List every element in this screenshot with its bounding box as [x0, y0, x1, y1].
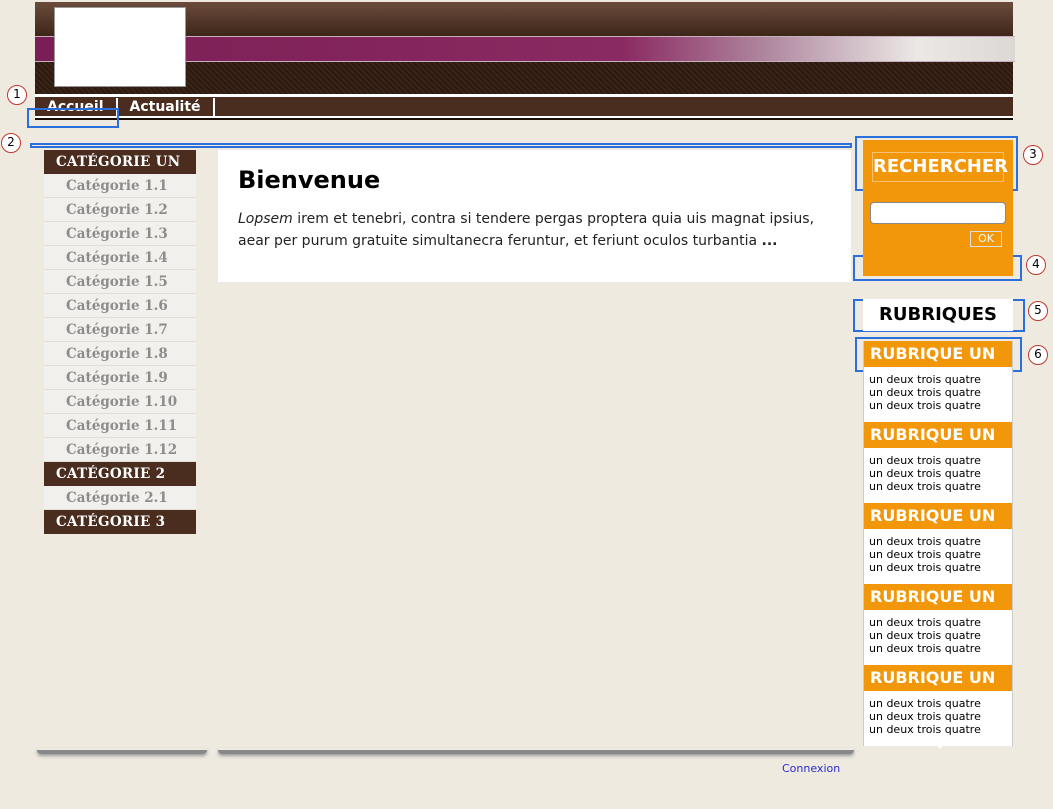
category-heading[interactable]: CATÉGORIE 3: [44, 510, 196, 534]
page-title: Bienvenue: [238, 166, 381, 194]
left-sidebar: CATÉGORIE UN Catégorie 1.1 Catégorie 1.2…: [44, 150, 196, 534]
rubrique-body: un deux trois quatre un deux trois quatr…: [864, 367, 1012, 422]
category-heading[interactable]: CATÉGORIE 2: [44, 462, 196, 486]
nav-item-actualite[interactable]: Actualité: [118, 97, 215, 116]
rubrique-line: un deux trois quatre: [869, 467, 981, 480]
category-item[interactable]: Catégorie 1.1: [44, 174, 196, 198]
rubrique-body: un deux trois quatre un deux trois quatr…: [864, 691, 1012, 746]
rubrique-heading[interactable]: RUBRIQUE UN: [864, 341, 1012, 367]
rubrique-heading[interactable]: RUBRIQUE UN: [864, 503, 1012, 529]
rubrique-line: un deux trois quatre: [869, 561, 981, 574]
category-item[interactable]: Catégorie 1.12: [44, 438, 196, 462]
rubrique-line: un deux trois quatre: [869, 386, 981, 399]
annotation-marker-6: 6: [1028, 345, 1048, 365]
read-more-link[interactable]: ...: [762, 233, 778, 249]
category-item[interactable]: Catégorie 1.11: [44, 414, 196, 438]
category-item[interactable]: Catégorie 2.1: [44, 486, 196, 510]
rubrique-line: un deux trois quatre: [869, 480, 981, 493]
rubriques-list: RUBRIQUE UN un deux trois quatre un deux…: [863, 341, 1013, 746]
search-title: RECHERCHER: [872, 152, 1008, 182]
rubrique-block: RUBRIQUE UN un deux trois quatre un deux…: [864, 584, 1012, 665]
category-item[interactable]: Catégorie 1.5: [44, 270, 196, 294]
intro-paragraph: Lopsem irem et tenebri, contra si tender…: [238, 208, 831, 252]
category-item[interactable]: Catégorie 1.8: [44, 342, 196, 366]
rubriques-arrow-icon: [931, 739, 949, 749]
rubriques-title: RUBRIQUES: [863, 299, 1013, 331]
main-nav: Accueil Actualité: [35, 94, 1013, 118]
rubrique-line: un deux trois quatre: [869, 399, 981, 412]
rubrique-block: RUBRIQUE UN un deux trois quatre un deux…: [864, 503, 1012, 584]
rubrique-block: RUBRIQUE UN un deux trois quatre un deux…: [864, 422, 1012, 503]
site-header: Accueil Actualité: [35, 2, 1015, 120]
rubrique-line: un deux trois quatre: [869, 710, 981, 723]
rubrique-line: un deux trois quatre: [869, 454, 981, 467]
rubrique-line: un deux trois quatre: [869, 616, 981, 629]
category-heading[interactable]: CATÉGORIE UN: [44, 150, 196, 174]
rubrique-line: un deux trois quatre: [869, 723, 981, 736]
category-item[interactable]: Catégorie 1.7: [44, 318, 196, 342]
annotation-marker-5: 5: [1028, 301, 1048, 321]
rubrique-body: un deux trois quatre un deux trois quatr…: [864, 529, 1012, 584]
annotation-marker-1: 1: [7, 85, 27, 105]
rubrique-heading[interactable]: RUBRIQUE UN: [864, 422, 1012, 448]
rubrique-body: un deux trois quatre un deux trois quatr…: [864, 610, 1012, 665]
category-item[interactable]: Catégorie 1.10: [44, 390, 196, 414]
category-item[interactable]: Catégorie 1.2: [44, 198, 196, 222]
category-item[interactable]: Catégorie 1.9: [44, 366, 196, 390]
search-ok-button[interactable]: OK: [970, 231, 1002, 247]
annotation-marker-3: 3: [1023, 145, 1043, 165]
rubrique-line: un deux trois quatre: [869, 548, 981, 561]
rubrique-line: un deux trois quatre: [869, 697, 981, 710]
annotation-marker-4: 4: [1026, 255, 1046, 275]
search-input[interactable]: [870, 202, 1006, 224]
login-link[interactable]: Connexion: [782, 762, 840, 775]
rubrique-line: un deux trois quatre: [869, 373, 981, 386]
main-footer-shadow: [218, 748, 854, 754]
rubrique-heading[interactable]: RUBRIQUE UN: [864, 584, 1012, 610]
annotation-marker-2: 2: [1, 133, 21, 153]
rubrique-block: RUBRIQUE UN un deux trois quatre un deux…: [864, 665, 1012, 746]
annotation-box-1: [27, 108, 119, 128]
intro-text: irem et tenebri, contra si tendere perga…: [238, 211, 815, 249]
rubrique-line: un deux trois quatre: [869, 642, 981, 655]
main-content: Bienvenue Lopsem irem et tenebri, contra…: [218, 150, 851, 282]
rubrique-line: un deux trois quatre: [869, 629, 981, 642]
category-item[interactable]: Catégorie 1.4: [44, 246, 196, 270]
site-logo[interactable]: [54, 7, 186, 87]
category-item[interactable]: Catégorie 1.3: [44, 222, 196, 246]
rubrique-block: RUBRIQUE UN un deux trois quatre un deux…: [864, 341, 1012, 422]
rubrique-heading[interactable]: RUBRIQUE UN: [864, 665, 1012, 691]
search-panel: RECHERCHER OK: [863, 140, 1013, 276]
rubrique-body: un deux trois quatre un deux trois quatr…: [864, 448, 1012, 503]
category-item[interactable]: Catégorie 1.6: [44, 294, 196, 318]
annotation-box-2: [30, 143, 852, 148]
left-footer-shadow: [37, 748, 207, 754]
rubrique-line: un deux trois quatre: [869, 535, 981, 548]
intro-emphasis: Lopsem: [238, 211, 293, 227]
